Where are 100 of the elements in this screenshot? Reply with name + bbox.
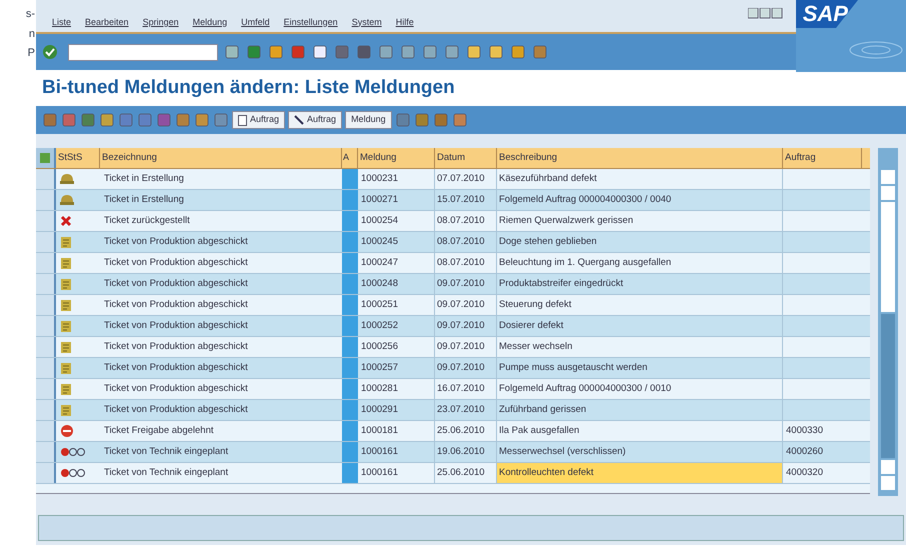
table-cell-text: Ticket Freigabe abgelehnt bbox=[103, 424, 214, 438]
table-row[interactable]: Ticket von Produktion abgeschickt 1000247 08.07.2010 Beleuchtung im 1. Quergang ausgefallen bbox=[36, 253, 870, 274]
toolbar-icon[interactable] bbox=[213, 112, 229, 128]
table-cell: 09.07.2010 bbox=[435, 316, 497, 336]
toolbar-icon[interactable] bbox=[118, 112, 134, 128]
table-row[interactable]: Ticket von Produktion abgeschickt 1000257 09.07.2010 Pumpe muss ausgetauscht werden bbox=[36, 358, 870, 379]
row-selector[interactable] bbox=[36, 232, 56, 252]
menu-item[interactable]: Umfeld bbox=[241, 16, 270, 29]
table-cell: 19.06.2010 bbox=[435, 442, 497, 462]
table-cell: 16.07.2010 bbox=[435, 379, 497, 399]
column-header[interactable]: StStS bbox=[56, 148, 100, 168]
table-cell: Zuführband gerissen bbox=[497, 400, 783, 420]
column-header[interactable]: Bezeichnung bbox=[100, 148, 342, 168]
table-cell-text: Ticket in Erstellung bbox=[103, 192, 185, 207]
menu-item[interactable]: Liste bbox=[52, 16, 72, 29]
menu-item[interactable]: Springen bbox=[142, 16, 179, 29]
table-row[interactable]: Ticket von Produktion abgeschickt 1000251 09.07.2010 Steuerung defekt bbox=[36, 295, 870, 316]
row-selector[interactable] bbox=[36, 295, 56, 315]
window-controls-icon[interactable] bbox=[748, 8, 784, 19]
row-marker bbox=[342, 211, 358, 231]
toolbar-icon[interactable] bbox=[414, 112, 430, 128]
table-row[interactable]: Ticket Freigabe abgelehnt 1000181 25.06.2010 Ila Pak ausgefallen 4000330 bbox=[36, 421, 870, 442]
toolbar-icon[interactable] bbox=[42, 112, 58, 128]
toolbar-button[interactable]: Meldung bbox=[345, 111, 392, 129]
table-cell: 1000256 bbox=[358, 337, 435, 357]
toolbar-icon[interactable] bbox=[452, 112, 468, 128]
menu-item[interactable]: Bearbeiten bbox=[85, 16, 129, 29]
scroll-thumb[interactable] bbox=[881, 202, 895, 312]
check-icon[interactable] bbox=[42, 44, 58, 60]
toolbar-icon[interactable] bbox=[432, 112, 449, 128]
table-row[interactable]: Ticket von Produktion abgeschickt 1000252 09.07.2010 Dosierer defekt bbox=[36, 316, 870, 337]
row-marker bbox=[342, 358, 358, 378]
table-row[interactable]: Ticket zurückgestellt 1000254 08.07.2010 Riemen Querwalzwerk gerissen bbox=[36, 211, 870, 232]
table-cell-text: Ticket von Produktion abgeschickt bbox=[103, 234, 249, 249]
row-selector[interactable] bbox=[36, 211, 56, 231]
document-icon bbox=[60, 236, 72, 248]
row-selector[interactable] bbox=[36, 253, 56, 273]
table-cell: 09.07.2010 bbox=[435, 295, 497, 315]
table-cell-text: Ticket von Produktion abgeschickt bbox=[103, 298, 249, 312]
table-cell: 1000257 bbox=[358, 358, 435, 378]
menu-item[interactable]: System bbox=[352, 16, 382, 29]
document-icon bbox=[60, 278, 72, 290]
row-marker bbox=[342, 463, 358, 483]
toolbar-icon[interactable] bbox=[80, 112, 96, 128]
row-selector[interactable] bbox=[36, 421, 56, 441]
column-header[interactable]: Datum bbox=[435, 148, 497, 168]
table-row[interactable]: Ticket von Produktion abgeschickt 1000281 16.07.2010 Folgemeld Auftrag 000004000300 / 0010 bbox=[36, 379, 870, 400]
scrollbar[interactable] bbox=[878, 148, 898, 496]
toolbar-icon[interactable] bbox=[99, 112, 115, 128]
row-marker bbox=[342, 400, 358, 420]
table-row[interactable]: Ticket von Technik eingeplant 1000161 25.06.2010 Kontrolleuchten defekt 4000320 bbox=[36, 463, 870, 484]
table-cell: Folgemeld Auftrag 000004000300 / 0010 bbox=[497, 379, 783, 399]
select-all-icon[interactable] bbox=[36, 148, 56, 168]
row-marker bbox=[342, 421, 358, 441]
row-selector[interactable] bbox=[36, 358, 56, 378]
column-header[interactable]: Beschreibung bbox=[497, 148, 783, 168]
table-cell: 1000251 bbox=[358, 295, 435, 315]
toolbar-button[interactable]: Auftrag bbox=[232, 111, 286, 129]
row-selector[interactable] bbox=[36, 337, 56, 357]
menu-item[interactable]: Hilfe bbox=[396, 16, 414, 29]
menu-item[interactable]: Meldung bbox=[192, 16, 228, 29]
table-row[interactable]: Ticket in Erstellung 1000271 15.07.2010 Folgemeld Auftrag 000004000300 / 0040 bbox=[36, 190, 870, 211]
toolbar-icon[interactable] bbox=[194, 112, 210, 128]
row-selector[interactable] bbox=[36, 442, 56, 462]
document-icon bbox=[60, 404, 72, 416]
row-selector[interactable] bbox=[36, 190, 56, 210]
toolbar-icon[interactable] bbox=[137, 112, 153, 128]
table-row[interactable]: Ticket von Produktion abgeschickt 1000248 09.07.2010 Produktabstreifer eingedrückt bbox=[36, 274, 870, 295]
row-selector[interactable] bbox=[36, 463, 56, 483]
row-selector[interactable] bbox=[36, 274, 56, 294]
command-field[interactable] bbox=[68, 44, 218, 60]
row-selector[interactable] bbox=[36, 316, 56, 336]
menu-item[interactable]: Einstellungen bbox=[284, 16, 338, 29]
table-cell-text: Ticket von Produktion abgeschickt bbox=[103, 382, 249, 396]
table-row[interactable]: Ticket von Produktion abgeschickt 1000245 08.07.2010 Doge stehen geblieben bbox=[36, 232, 870, 253]
table-cell-text: 4000330 bbox=[785, 424, 824, 438]
document-icon bbox=[60, 320, 72, 332]
row-marker bbox=[342, 295, 358, 315]
toolbar-button[interactable]: Auftrag bbox=[288, 111, 342, 129]
toolbar-icon[interactable] bbox=[394, 112, 411, 128]
row-selector[interactable] bbox=[36, 400, 56, 420]
table-cell-text: Ticket von Produktion abgeschickt bbox=[103, 360, 249, 375]
column-header[interactable]: Auftrag bbox=[783, 148, 862, 168]
pen-icon bbox=[294, 115, 304, 125]
traffic-light-icon bbox=[60, 447, 86, 457]
row-selector[interactable] bbox=[36, 169, 56, 189]
table-row[interactable]: Ticket von Technik eingeplant 1000161 19.06.2010 Messerwechsel (verschlissen) 4000260 bbox=[36, 442, 870, 463]
table-cell: 1000247 bbox=[358, 253, 435, 273]
table-cell-text: 4000320 bbox=[785, 466, 824, 480]
column-header[interactable]: Meldung bbox=[358, 148, 435, 168]
table-row[interactable]: Ticket von Produktion abgeschickt 1000291 23.07.2010 Zuführband gerissen bbox=[36, 400, 870, 421]
toolbar-icon[interactable] bbox=[61, 112, 77, 128]
table-row[interactable]: Ticket von Produktion abgeschickt 1000256 09.07.2010 Messer wechseln bbox=[36, 337, 870, 358]
table-row[interactable]: Ticket in Erstellung 1000231 07.07.2010 Käsezuführband defekt bbox=[36, 169, 870, 190]
column-header[interactable]: A bbox=[342, 148, 358, 168]
row-selector[interactable] bbox=[36, 379, 56, 399]
toolbar-icon[interactable] bbox=[175, 112, 191, 128]
page-text: s- bbox=[26, 7, 35, 22]
row-marker bbox=[342, 253, 358, 273]
toolbar-icon[interactable] bbox=[156, 112, 172, 128]
